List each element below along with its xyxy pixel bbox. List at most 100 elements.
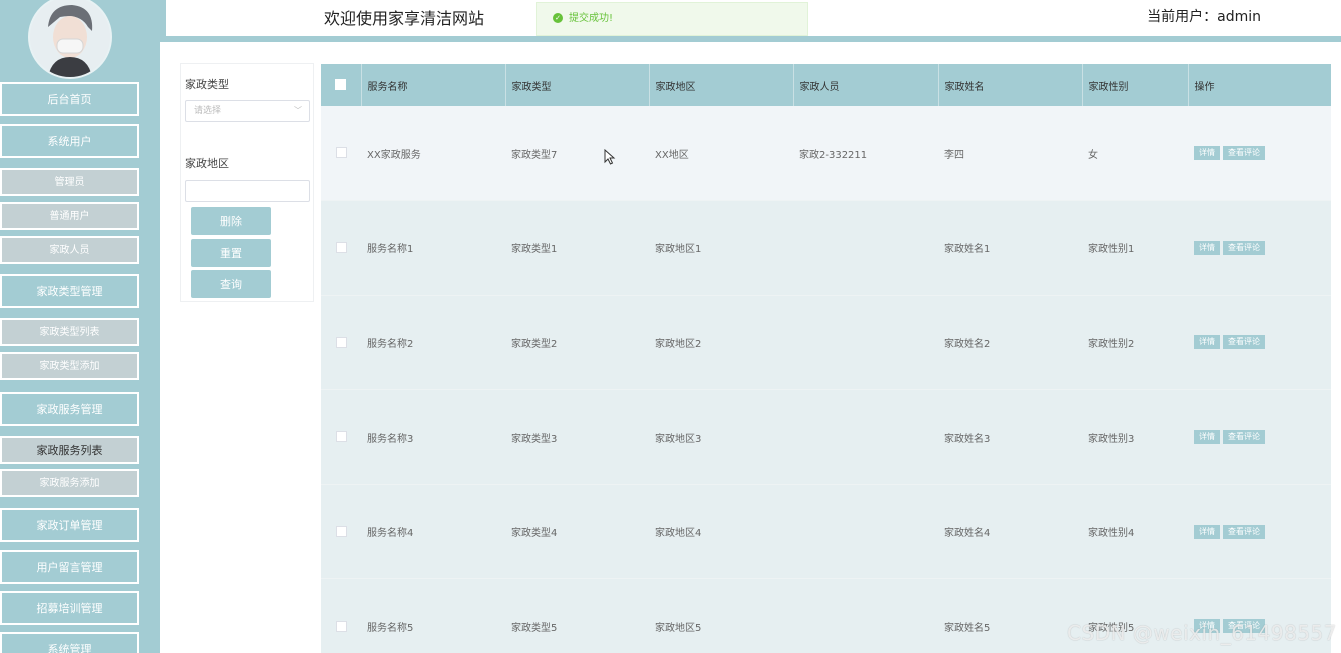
row-checkbox-cell <box>321 484 361 580</box>
sidebar-item-12[interactable]: 用户留言管理 <box>0 550 139 584</box>
sidebar: 后台首页 系统用户 管理员 普通用户 家政人员 家政类型管理 家政类型列表 家政类型添加 家政服… <box>0 0 160 653</box>
reset-button[interactable]: 重置 <box>191 239 271 267</box>
sidebar-item-5[interactable]: 家政类型管理 <box>0 274 139 308</box>
table-header-row: 服务名称 家政类型 家政地区 家政人员 家政姓名 家政性别 操作 <box>321 64 1331 106</box>
col-service-name: 服务名称 <box>361 64 506 106</box>
cell-gender: 女 <box>1082 106 1188 202</box>
area-label: 家政地区 <box>185 157 229 170</box>
cell-gender: 家政性别2 <box>1082 295 1188 391</box>
col-area: 家政地区 <box>649 64 794 106</box>
search-panel: 家政类型 请选择 ﹀ 家政地区 删除 重置 查询 <box>180 63 314 302</box>
row-checkbox-cell <box>321 106 361 202</box>
query-button[interactable]: 查询 <box>191 270 271 298</box>
cell-actions: 详情 查看评论 <box>1188 389 1331 485</box>
col-gender: 家政性别 <box>1082 64 1189 106</box>
delete-button[interactable]: 删除 <box>191 207 271 235</box>
view-reviews-button[interactable]: 查看评论 <box>1223 335 1265 350</box>
cell-gender: 家政性别1 <box>1082 200 1188 296</box>
type-label: 家政类型 <box>185 78 229 91</box>
row-checkbox[interactable] <box>335 431 347 443</box>
view-reviews-button[interactable]: 查看评论 <box>1223 524 1265 539</box>
cell-type: 家政类型2 <box>505 295 649 391</box>
avatar-image <box>30 0 110 77</box>
table-row[interactable]: 服务名称1 家政类型1 家政地区1 家政姓名1 家政性别1 详情 查看评论 <box>321 200 1331 296</box>
check-circle-icon: ✓ <box>553 13 563 23</box>
col-staff-name: 家政姓名 <box>938 64 1083 106</box>
cell-gender: 家政性别4 <box>1082 484 1188 580</box>
cell-gender: 家政性别3 <box>1082 389 1188 485</box>
cell-staff <box>793 389 938 485</box>
cell-staff-name: 家政姓名3 <box>938 389 1082 485</box>
header-checkbox-cell <box>321 64 362 106</box>
area-input[interactable] <box>185 180 310 202</box>
table-row[interactable]: 服务名称4 家政类型4 家政地区4 家政姓名4 家政性别4 详情 查看评论 <box>321 484 1331 580</box>
sidebar-item-2[interactable]: 管理员 <box>0 168 139 196</box>
cell-staff-name: 家政姓名1 <box>938 200 1082 296</box>
sidebar-item-9[interactable]: 家政服务列表 <box>0 436 139 464</box>
sidebar-item-14[interactable]: 系统管理 <box>0 632 139 653</box>
cell-staff <box>793 578 938 653</box>
row-checkbox[interactable] <box>335 147 347 159</box>
header: 欢迎使用家享清洁网站 ✓ 提交成功! 当前用户：admin <box>160 0 1341 42</box>
cell-type: 家政类型1 <box>505 200 649 296</box>
cell-staff-name: 家政姓名2 <box>938 295 1082 391</box>
row-checkbox[interactable] <box>335 620 347 632</box>
cell-staff-name: 家政姓名5 <box>938 578 1082 653</box>
cell-type: 家政类型5 <box>505 578 649 653</box>
cell-service-name: XX家政服务 <box>361 106 505 202</box>
cell-staff-name: 李四 <box>938 106 1082 202</box>
cell-service-name: 服务名称2 <box>361 295 505 391</box>
row-checkbox[interactable] <box>335 336 347 348</box>
avatar[interactable] <box>28 0 112 79</box>
sidebar-item-11[interactable]: 家政订单管理 <box>0 508 139 542</box>
detail-button[interactable]: 详情 <box>1194 240 1220 255</box>
cell-area: XX地区 <box>649 106 793 202</box>
sidebar-item-13[interactable]: 招募培训管理 <box>0 591 139 625</box>
cell-area: 家政地区1 <box>649 200 793 296</box>
type-select-placeholder: 请选择 <box>194 106 222 116</box>
sidebar-item-4[interactable]: 家政人员 <box>0 236 139 264</box>
sidebar-item-8[interactable]: 家政服务管理 <box>0 392 139 426</box>
table-row[interactable]: 服务名称3 家政类型3 家政地区3 家政姓名3 家政性别3 详情 查看评论 <box>321 389 1331 485</box>
table-body: XX家政服务 家政类型7 XX地区 家政2-332211 李四女详情 查看评论 服务名称1 家… <box>321 106 1331 653</box>
sidebar-item-0[interactable]: 后台首页 <box>0 82 139 116</box>
row-checkbox-cell <box>321 200 361 296</box>
select-all-checkbox[interactable] <box>335 79 347 91</box>
detail-button[interactable]: 详情 <box>1194 335 1220 350</box>
cell-service-name: 服务名称3 <box>361 389 505 485</box>
table-row[interactable]: 服务名称2 家政类型2 家政地区2 家政姓名2 家政性别2 详情 查看评论 <box>321 295 1331 391</box>
cell-type: 家政类型3 <box>505 389 649 485</box>
success-toast: ✓ 提交成功! <box>536 2 808 36</box>
view-reviews-button[interactable]: 查看评论 <box>1223 146 1265 161</box>
watermark: CSDN @weixin_61498557 <box>1067 621 1337 645</box>
row-checkbox-cell <box>321 578 361 653</box>
row-checkbox[interactable] <box>335 525 347 537</box>
sidebar-item-3[interactable]: 普通用户 <box>0 202 139 230</box>
detail-button[interactable]: 详情 <box>1194 430 1220 445</box>
cell-type: 家政类型7 <box>505 106 649 202</box>
cell-actions: 详情 查看评论 <box>1188 200 1331 296</box>
sidebar-item-6[interactable]: 家政类型列表 <box>0 318 139 346</box>
detail-button[interactable]: 详情 <box>1194 524 1220 539</box>
sidebar-item-7[interactable]: 家政类型添加 <box>0 352 139 380</box>
cell-service-name: 服务名称5 <box>361 578 505 653</box>
col-staff: 家政人员 <box>793 64 939 106</box>
cell-service-name: 服务名称4 <box>361 484 505 580</box>
mouse-cursor-icon <box>604 149 616 165</box>
sidebar-item-1[interactable]: 系统用户 <box>0 124 139 158</box>
col-type: 家政类型 <box>505 64 650 106</box>
header-bar: 欢迎使用家享清洁网站 ✓ 提交成功! 当前用户：admin <box>166 0 1341 36</box>
table-row[interactable]: XX家政服务 家政类型7 XX地区 家政2-332211 李四女详情 查看评论 <box>321 106 1331 202</box>
view-reviews-button[interactable]: 查看评论 <box>1223 430 1265 445</box>
detail-button[interactable]: 详情 <box>1194 146 1220 161</box>
col-actions: 操作 <box>1188 64 1331 106</box>
chevron-down-icon: ﹀ <box>294 106 302 115</box>
cell-area: 家政地区3 <box>649 389 793 485</box>
row-checkbox[interactable] <box>335 242 347 254</box>
cell-area: 家政地区4 <box>649 484 793 580</box>
cell-staff: 家政2-332211 <box>793 106 938 202</box>
view-reviews-button[interactable]: 查看评论 <box>1223 240 1265 255</box>
sidebar-item-10[interactable]: 家政服务添加 <box>0 469 139 497</box>
site-title: 欢迎使用家享清洁网站 <box>324 9 485 28</box>
type-select[interactable]: 请选择 ﹀ <box>185 100 310 122</box>
